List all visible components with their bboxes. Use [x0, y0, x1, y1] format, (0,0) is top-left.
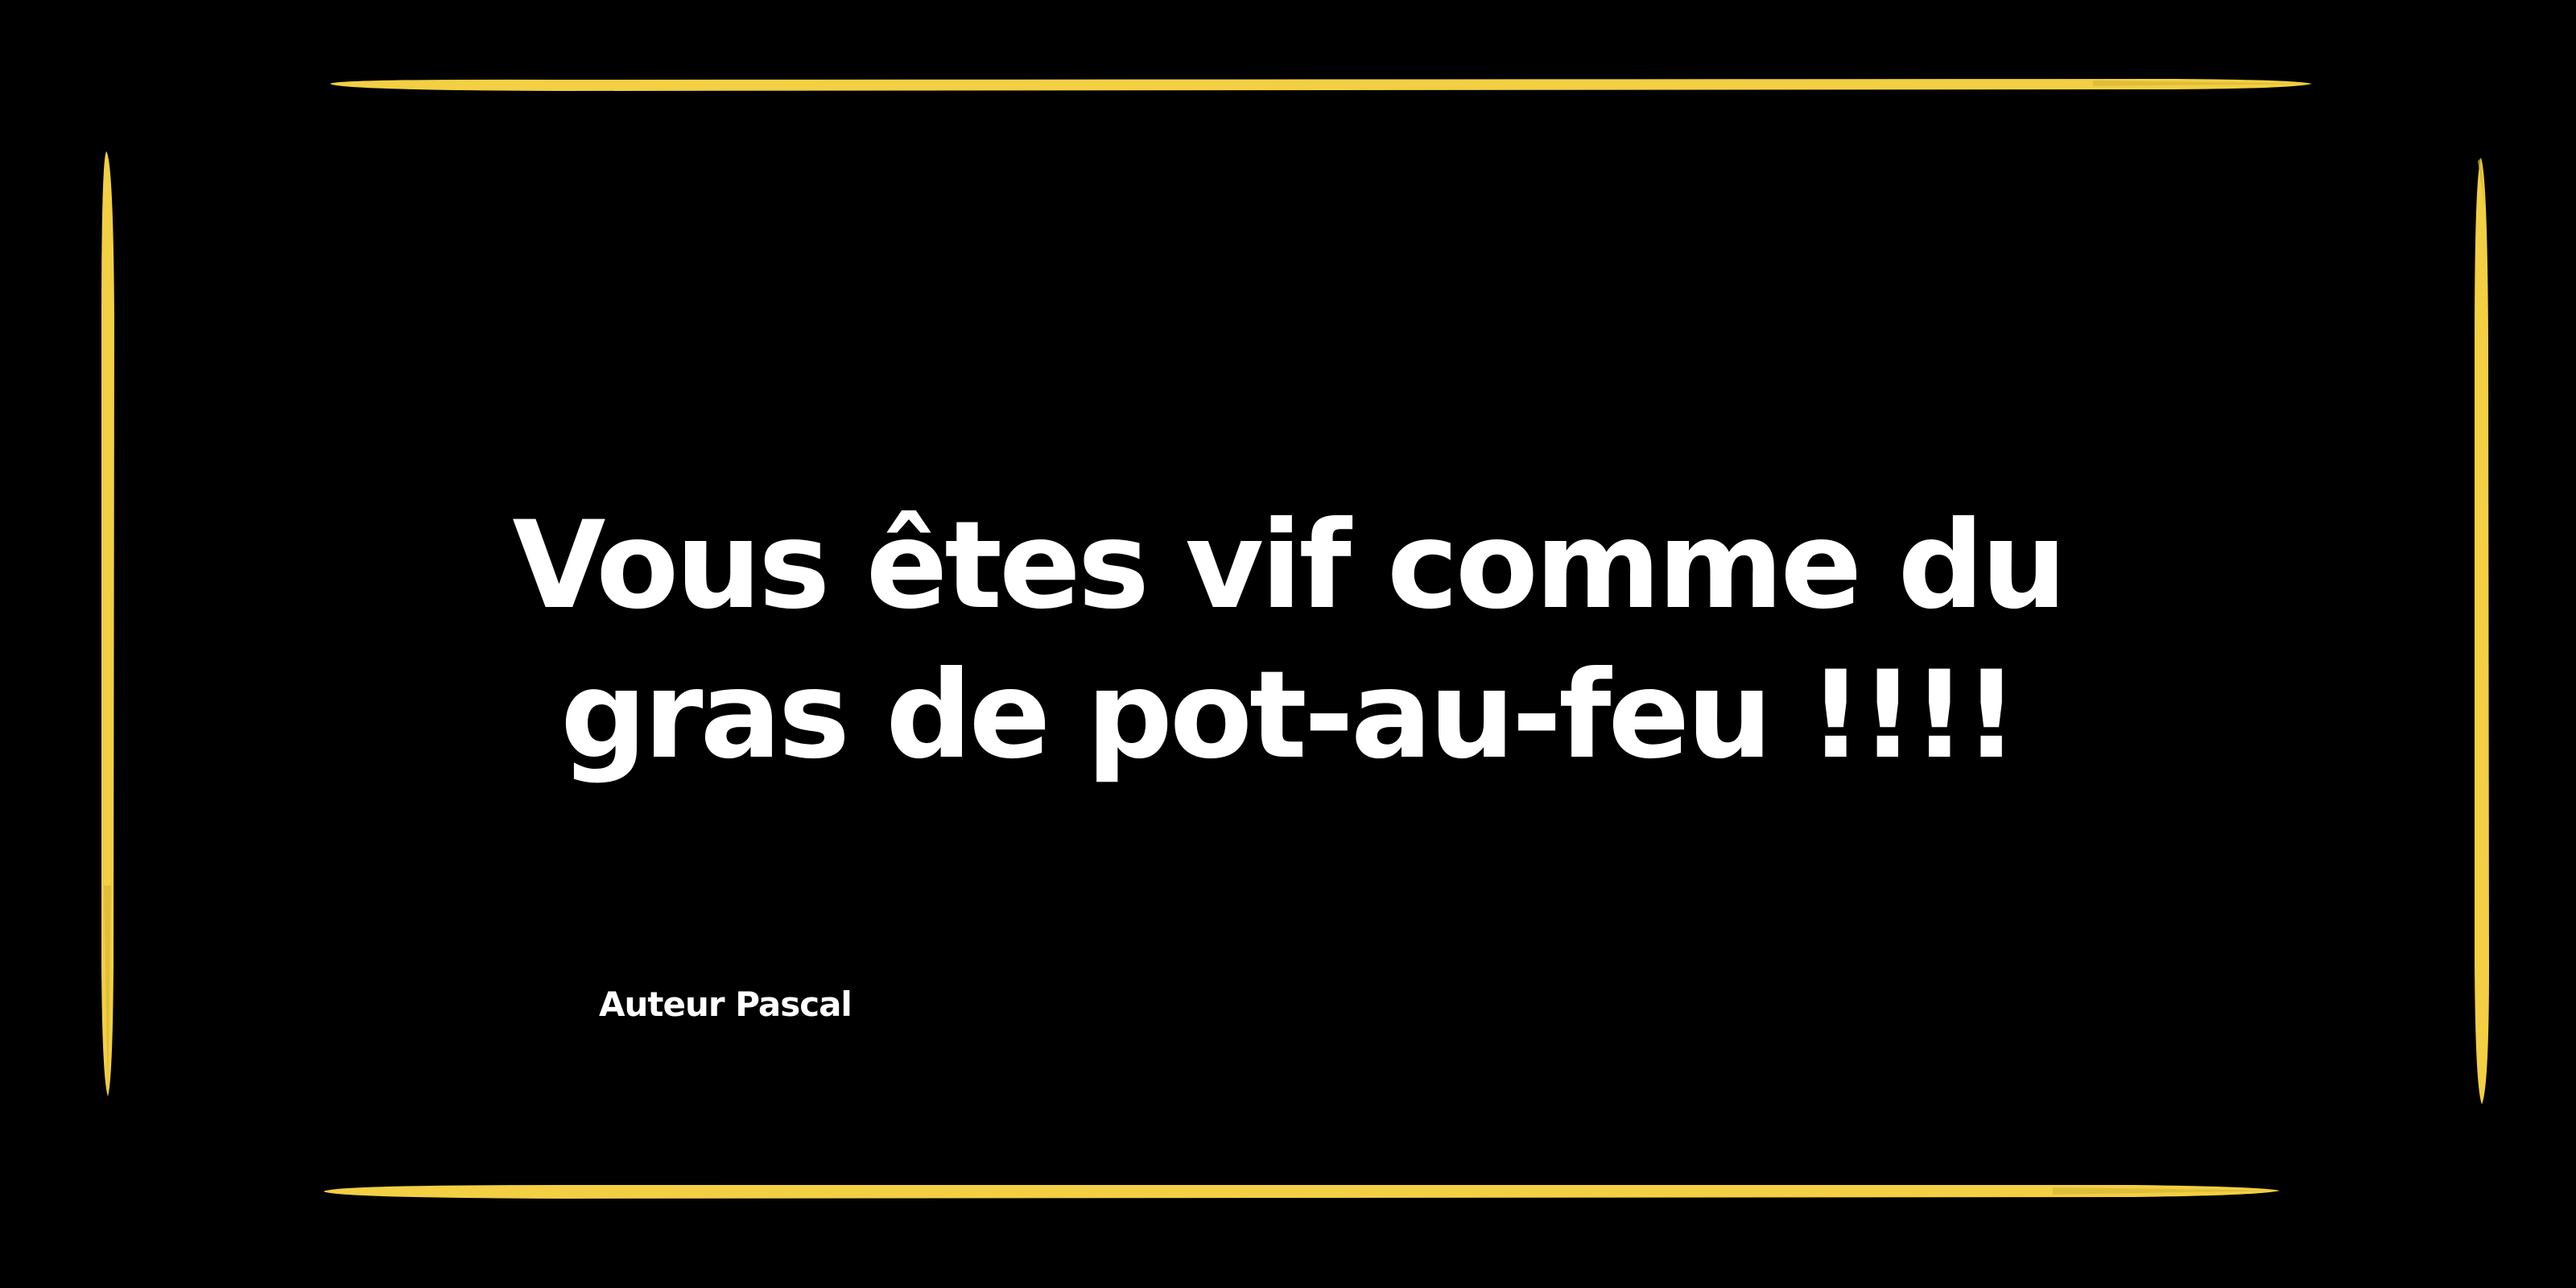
frame-top-stroke — [330, 79, 2312, 91]
frame-top-stroke-fray — [2093, 80, 2312, 86]
frame-right-stroke — [2475, 158, 2489, 1104]
frame-bottom-stroke-fray — [2053, 1187, 2280, 1195]
frame-left-stroke-fray — [104, 886, 111, 1096]
frame-left-stroke — [101, 151, 114, 1096]
quote-card: Vous êtes vif comme du gras de pot-au-fe… — [0, 0, 2576, 1288]
quote-text: Vous êtes vif comme du gras de pot-au-fe… — [512, 496, 2066, 786]
frame-right-stroke-fray — [2478, 158, 2485, 209]
frame-bottom-stroke — [324, 1185, 2280, 1199]
author-credit: Auteur Pascal — [599, 985, 852, 1024]
